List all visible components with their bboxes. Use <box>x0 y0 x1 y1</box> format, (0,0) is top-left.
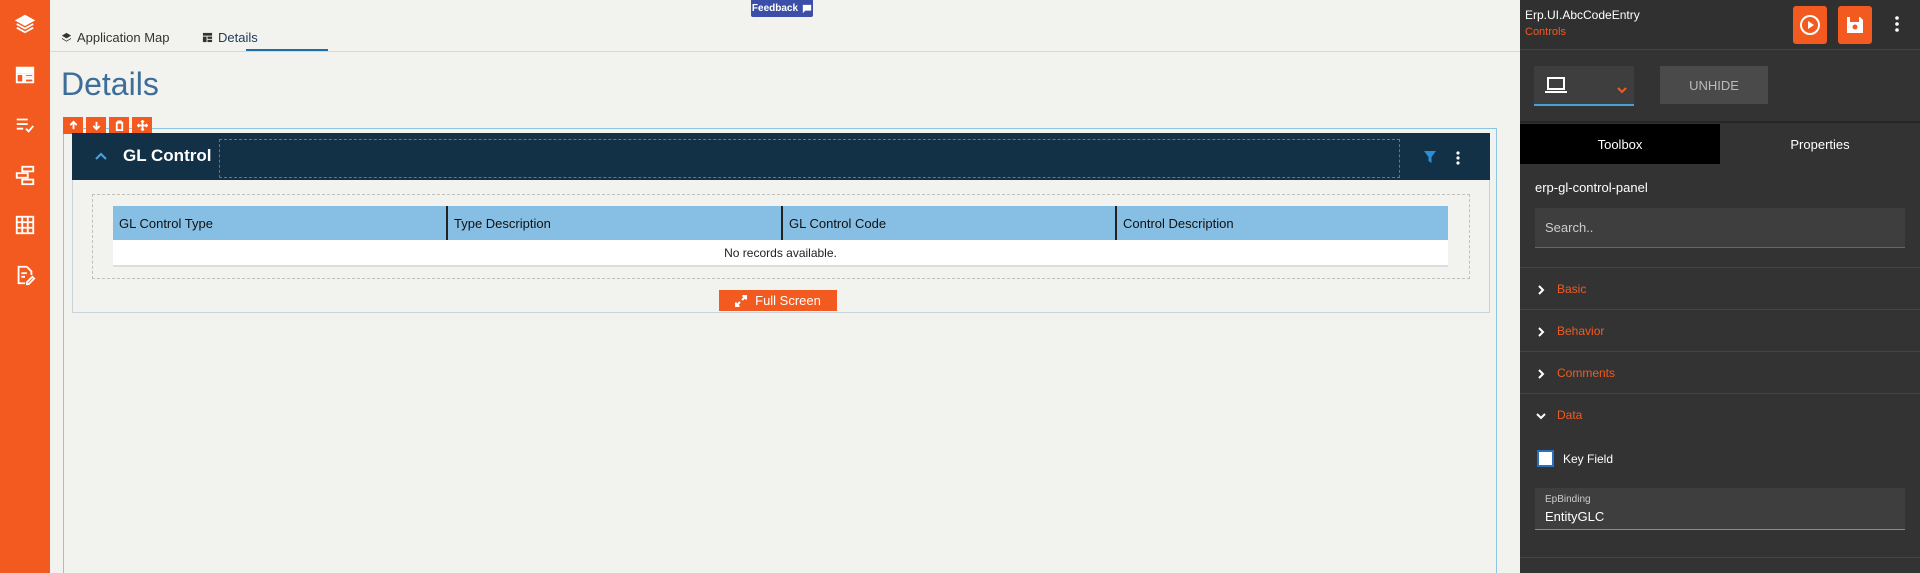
sidebar-menu-button[interactable] <box>1890 14 1904 34</box>
chevron-down-icon <box>1616 82 1628 94</box>
component-name: erp-gl-control-panel <box>1535 180 1648 195</box>
right-sidebar: Erp.UI.AbcCodeEntry Controls UNHIDE Tool… <box>1520 0 1920 573</box>
unhide-button[interactable]: UNHIDE <box>1660 66 1768 104</box>
move-icon <box>136 120 148 131</box>
arrow-up-icon <box>69 120 77 130</box>
chevron-right-icon <box>1535 283 1547 295</box>
feedback-button[interactable]: Feedback <box>751 0 813 17</box>
tab-details[interactable]: Details <box>202 24 258 50</box>
feedback-label: Feedback <box>751 3 799 14</box>
component-toolbar <box>63 117 152 134</box>
kebab-icon <box>1895 16 1899 32</box>
chevron-right-icon <box>1535 325 1547 337</box>
layers-icon <box>14 14 36 34</box>
document-edit-rail-button[interactable] <box>0 255 50 295</box>
left-rail <box>0 0 50 573</box>
document-edit-icon <box>17 265 36 286</box>
device-select[interactable] <box>1534 66 1634 106</box>
chevron-up-icon <box>95 152 107 160</box>
section-comments[interactable]: Comments <box>1520 351 1920 393</box>
page-title: Details <box>61 66 159 102</box>
move-up-button[interactable] <box>63 117 83 134</box>
tab-toolbox[interactable]: Toolbox <box>1520 124 1720 164</box>
active-tab-indicator <box>246 49 328 51</box>
arrow-down-icon <box>92 121 100 131</box>
move-down-button[interactable] <box>86 117 106 134</box>
app-name: Erp.UI.AbcCodeEntry <box>1525 8 1640 22</box>
gl-control-grid: GL Control Type Type Description GL Cont… <box>113 206 1448 267</box>
tab-application-map[interactable]: Application Map <box>61 24 170 50</box>
app-subtitle: Controls <box>1525 26 1566 38</box>
layout-rail-button[interactable] <box>0 55 50 95</box>
filter-button[interactable] <box>1423 150 1437 164</box>
empty-message: No records available. <box>113 240 1448 267</box>
layers-rail-button[interactable] <box>0 4 50 44</box>
grid-rail-button[interactable] <box>0 205 50 245</box>
kebab-icon <box>1456 151 1460 165</box>
preview-button[interactable] <box>1793 6 1827 44</box>
section-label: Basic <box>1557 281 1587 296</box>
checklist-icon <box>16 118 34 133</box>
play-icon <box>1800 15 1820 35</box>
section-label: Data <box>1557 407 1583 422</box>
key-field-checkbox[interactable] <box>1537 450 1554 467</box>
full-screen-button[interactable]: Full Screen <box>719 290 837 311</box>
divider <box>1520 557 1920 558</box>
ep-binding-value: EntityGLC <box>1545 509 1605 524</box>
search-input[interactable] <box>1535 208 1905 248</box>
section-data[interactable]: Data <box>1520 393 1920 435</box>
panel-menu-button[interactable] <box>1451 150 1465 166</box>
hierarchy-icon <box>15 165 35 186</box>
tab-label: Application Map <box>77 29 170 45</box>
tab-properties[interactable]: Properties <box>1720 124 1920 164</box>
section-label: Comments <box>1557 365 1616 380</box>
layout-icon <box>15 66 35 84</box>
chevron-right-icon <box>1535 367 1547 379</box>
panel-title: GL Control <box>123 146 212 165</box>
tab-label: Details <box>218 29 258 45</box>
grid-icon <box>15 215 35 235</box>
layers-icon <box>61 32 72 42</box>
divider <box>1520 121 1920 123</box>
save-icon <box>1847 17 1863 33</box>
chevron-down-icon <box>1535 409 1547 421</box>
ep-binding-label: EpBinding <box>1545 494 1591 505</box>
collapse-toggle[interactable] <box>94 149 108 163</box>
trash-icon <box>115 120 123 131</box>
section-behavior[interactable]: Behavior <box>1520 309 1920 351</box>
table-icon <box>202 32 213 42</box>
section-label: Behavior <box>1557 323 1605 338</box>
checklist-rail-button[interactable] <box>0 105 50 145</box>
column-header-gl-control-type[interactable]: GL Control Type <box>113 206 448 240</box>
laptop-icon <box>1544 76 1568 94</box>
column-header-control-description[interactable]: Control Description <box>1116 206 1448 240</box>
full-screen-label: Full Screen <box>755 293 821 308</box>
hierarchy-rail-button[interactable] <box>0 155 50 195</box>
key-field-label: Key Field <box>1563 452 1614 466</box>
sidebar-header: Erp.UI.AbcCodeEntry Controls <box>1520 0 1920 50</box>
column-header-gl-control-code[interactable]: GL Control Code <box>782 206 1117 240</box>
delete-button[interactable] <box>109 117 129 134</box>
chat-icon <box>802 4 812 13</box>
header-drop-zone[interactable] <box>219 139 1400 178</box>
ep-binding-field[interactable]: EpBinding EntityGLC <box>1535 488 1905 530</box>
expand-icon <box>735 294 748 307</box>
save-button[interactable] <box>1838 6 1872 44</box>
column-header-type-description[interactable]: Type Description <box>447 206 783 240</box>
grid-header-row: GL Control Type Type Description GL Cont… <box>113 206 1448 240</box>
section-basic[interactable]: Basic <box>1520 267 1920 309</box>
table-row: No records available. <box>113 240 1448 267</box>
drag-handle[interactable] <box>132 117 152 134</box>
filter-icon <box>1424 151 1436 163</box>
